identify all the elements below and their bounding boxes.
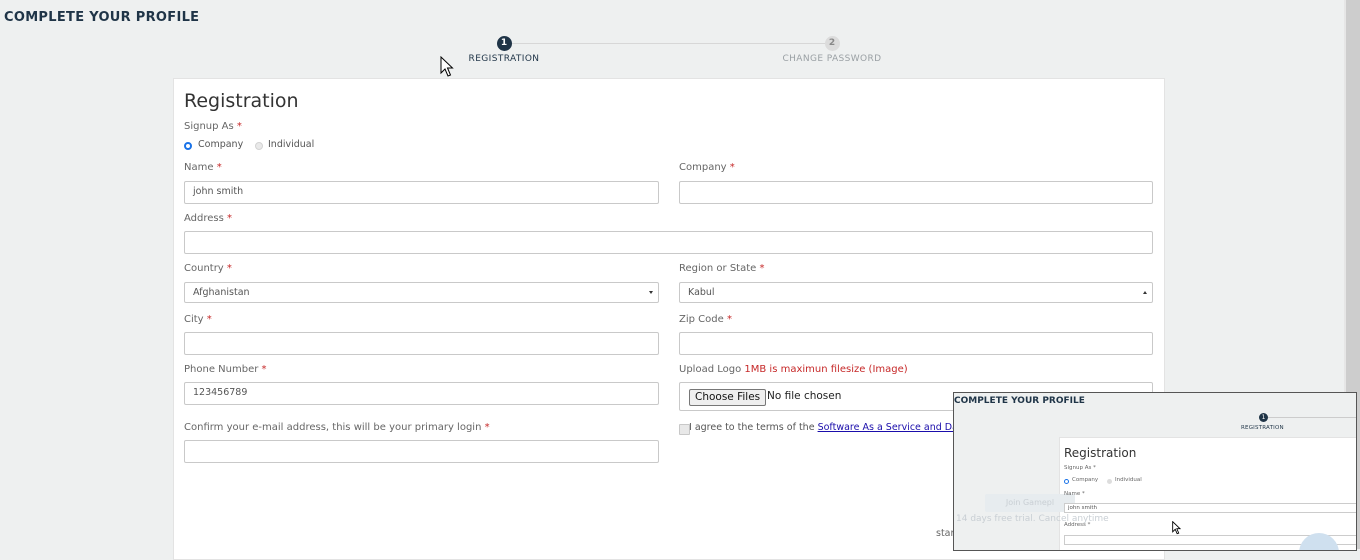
country-label: Country *	[184, 263, 232, 274]
choose-files-button[interactable]: Choose Files	[689, 389, 767, 406]
overlay-name-input: john smith	[1064, 503, 1356, 513]
radio-company-label[interactable]: Company	[198, 139, 243, 150]
upload-logo-label: Upload Logo 1MB is maximun filesize (Ima…	[679, 364, 908, 375]
step-registration: 1 REGISTRATION	[458, 36, 550, 64]
overlay-radio-individual	[1107, 479, 1112, 484]
overlay-preview-window: COMPLETE YOUR PROFILE 1 REGISTRATION Joi…	[953, 392, 1357, 551]
terms-link[interactable]: Software As a Service and Dat	[818, 422, 962, 433]
country-select[interactable]: Afghanistan	[184, 282, 659, 303]
company-input[interactable]	[679, 181, 1153, 204]
region-select[interactable]: Kabul	[679, 282, 1153, 303]
zip-input[interactable]	[679, 332, 1153, 355]
overlay-radio-individual-label: Individual	[1115, 477, 1142, 483]
phone-label: Phone Number *	[184, 364, 267, 375]
overlay-step-number: 1	[1259, 413, 1268, 422]
overlay-signup-label: Signup As *	[1064, 465, 1096, 471]
name-input[interactable]: john smith	[184, 181, 659, 204]
step-number: 2	[824, 36, 840, 51]
city-input[interactable]	[184, 332, 659, 355]
email-confirm-input[interactable]	[184, 440, 659, 463]
radio-individual[interactable]	[255, 142, 263, 150]
region-label: Region or State *	[679, 263, 765, 274]
join-button-faded: Join Gamepl	[985, 494, 1075, 512]
dropdown-caret-icon	[649, 291, 653, 294]
form-title: Registration	[184, 90, 299, 112]
radio-individual-label[interactable]: Individual	[268, 139, 314, 150]
overlay-address-label: Address *	[1064, 522, 1091, 528]
address-input[interactable]	[184, 231, 1153, 254]
mouse-cursor-icon	[1172, 521, 1181, 535]
step-label: REGISTRATION	[468, 54, 540, 64]
overlay-step-label: REGISTRATION	[1241, 425, 1284, 431]
address-label: Address *	[184, 213, 233, 224]
overlay-radio-company-label: Company	[1072, 477, 1099, 483]
page-title: COMPLETE YOUR PROFILE	[4, 10, 200, 25]
email-confirm-label: Confirm your e-mail address, this will b…	[184, 422, 490, 433]
dropdown-caret-icon	[1143, 291, 1147, 294]
file-status: No file chosen	[767, 390, 842, 402]
overlay-name-label: Name *	[1064, 491, 1085, 497]
terms-text: I agree to the terms of the Software As …	[689, 422, 962, 433]
region-value: Kabul	[688, 287, 715, 298]
city-label: City *	[184, 314, 212, 325]
company-label: Company *	[679, 162, 735, 173]
country-value: Afghanistan	[193, 287, 250, 298]
overlay-title: COMPLETE YOUR PROFILE	[954, 396, 1085, 406]
zip-label: Zip Code *	[679, 314, 732, 325]
step-change-password: 2 CHANGE PASSWORD	[772, 36, 892, 64]
overlay-form-title: Registration	[1064, 446, 1137, 460]
step-label: CHANGE PASSWORD	[782, 54, 882, 64]
radio-company[interactable]	[184, 142, 192, 150]
overlay-radio-company	[1064, 479, 1069, 484]
name-label: Name *	[184, 162, 222, 173]
mouse-cursor-icon	[440, 56, 454, 77]
overlay-step-line	[1268, 417, 1356, 418]
phone-input[interactable]: 123456789	[184, 382, 659, 405]
signup-as-label: Signup As *	[184, 121, 242, 132]
step-number: 1	[496, 36, 512, 51]
